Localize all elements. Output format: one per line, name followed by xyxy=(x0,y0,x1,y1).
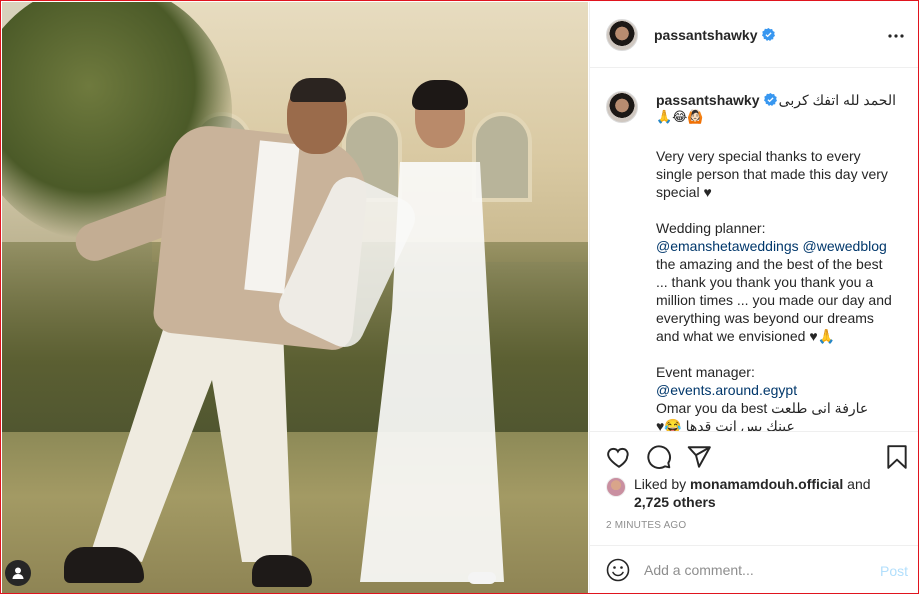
caption-planner: Wedding planner: @emanshetaweddings @wew… xyxy=(656,220,892,344)
caption-username[interactable]: passantshawky xyxy=(656,92,760,108)
save-button[interactable] xyxy=(884,444,910,470)
caption-title-emojis: 🙏😂🙆🏻 xyxy=(656,110,704,125)
post-photo[interactable] xyxy=(2,2,588,593)
heart-icon xyxy=(607,447,629,468)
caption-row: passantshawky الحمد لله اتفك كربى 🙏😂🙆🏻 V… xyxy=(606,91,904,431)
liker-avatar[interactable] xyxy=(606,477,626,497)
smiley-icon[interactable] xyxy=(606,558,630,582)
share-button[interactable] xyxy=(686,444,712,470)
likes-count[interactable]: 2,725 others xyxy=(634,494,716,510)
post-timestamp[interactable]: 2 MINUTES AGO xyxy=(606,520,686,531)
verified-badge-icon xyxy=(761,28,775,41)
post-comment-button[interactable]: Post xyxy=(880,563,908,579)
action-bar xyxy=(590,431,918,481)
post-header: passantshawky xyxy=(590,2,918,68)
like-button[interactable] xyxy=(606,444,632,470)
avatar[interactable] xyxy=(606,18,638,51)
caption-arabic-title: الحمد لله اتفك كربى xyxy=(778,92,896,108)
caption-thanks: Very very special thanks to every single… xyxy=(656,148,888,200)
more-horizontal-icon xyxy=(888,34,904,38)
caption-body: passantshawky الحمد لله اتفك كربى 🙏😂🙆🏻 V… xyxy=(656,91,896,431)
post-side-panel: passantshawky passantshawky الحمد لله ات… xyxy=(589,2,918,593)
post-window: passantshawky passantshawky الحمد لله ات… xyxy=(0,0,919,594)
mention-link[interactable]: @wewedblog xyxy=(803,238,887,254)
comment-button[interactable] xyxy=(646,444,672,470)
more-options-button[interactable] xyxy=(884,24,908,48)
mention-link[interactable]: @events.around.egypt xyxy=(656,382,797,398)
likes-row: Liked by monamamdouh.official and 2,725 … xyxy=(606,475,906,511)
bookmark-icon xyxy=(887,445,907,469)
person-tag-icon[interactable] xyxy=(5,560,31,586)
caption-avatar[interactable] xyxy=(606,91,638,123)
caption-event: Event manager: @events.around.egypt Omar… xyxy=(656,364,869,431)
verified-badge-icon xyxy=(763,93,777,106)
paper-plane-icon xyxy=(687,446,711,468)
caption-area: passantshawky الحمد لله اتفك كربى 🙏😂🙆🏻 V… xyxy=(590,69,918,431)
mention-link[interactable]: @emanshetaweddings xyxy=(656,238,799,254)
comment-bubble-icon xyxy=(647,445,671,469)
comment-bar: Post xyxy=(590,545,918,593)
header-username[interactable]: passantshawky xyxy=(654,27,758,43)
liker-username[interactable]: monamamdouh.official xyxy=(690,476,843,492)
comment-input[interactable] xyxy=(644,562,864,578)
